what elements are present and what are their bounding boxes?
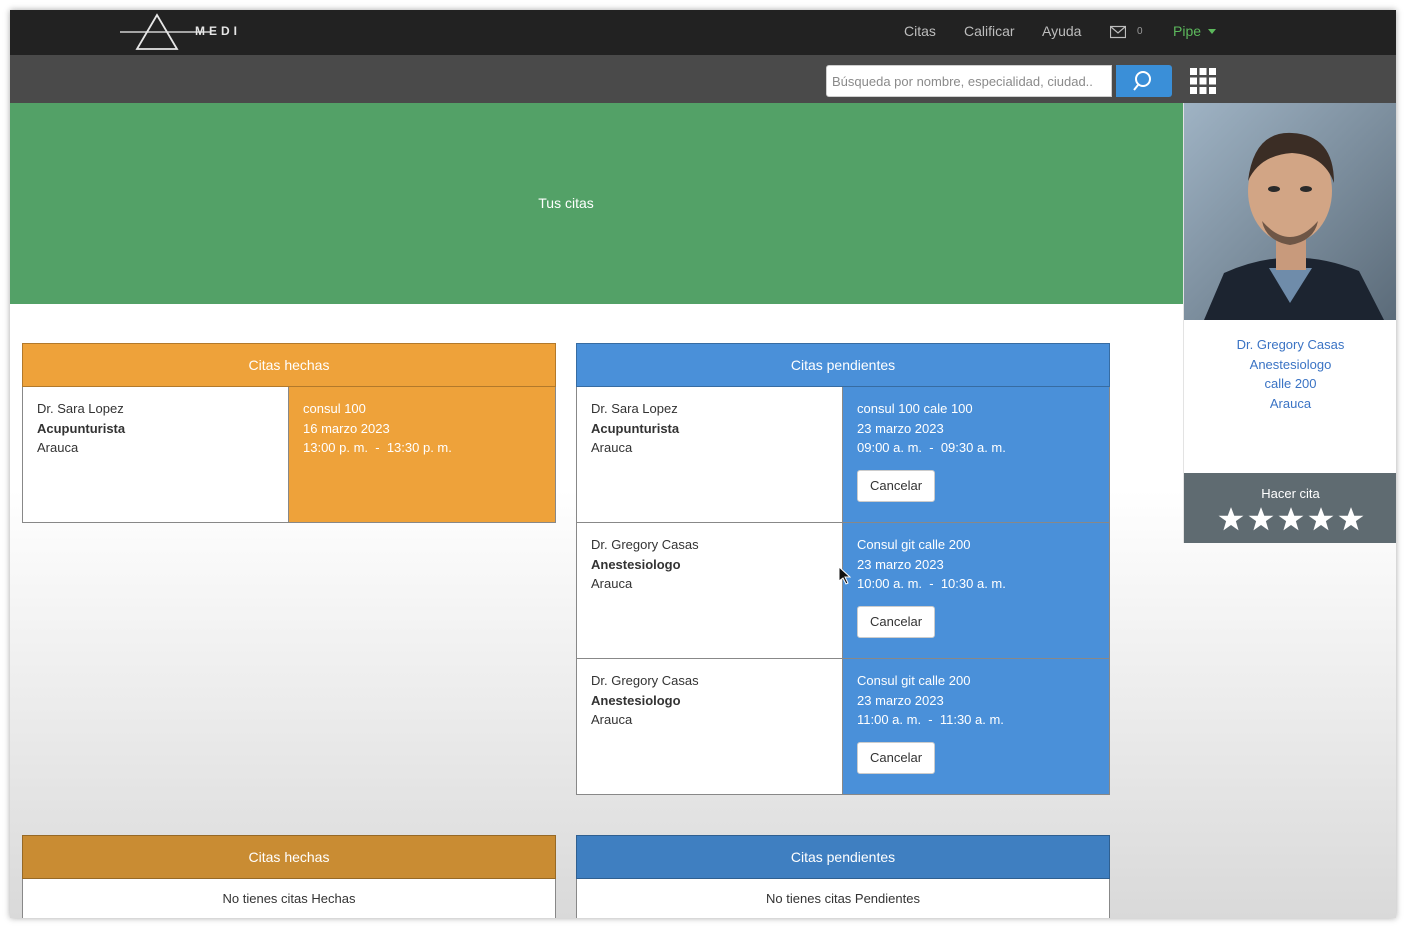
done-appointments-header: Citas hechas xyxy=(22,343,556,387)
doctor-specialty: Anestesiologo xyxy=(591,692,681,708)
doctor-specialty: Anestesiologo xyxy=(591,556,681,572)
rating-stars xyxy=(1218,506,1368,532)
doctor-name[interactable]: Dr. Gregory Casas xyxy=(1184,335,1396,355)
empty-message: No tienes citas Hechas xyxy=(22,879,556,918)
done-appointments-table: Citas hechas Dr. Sara Lopez Acupunturist… xyxy=(22,343,556,523)
top-navbar: MEDI Citas Calificar Ayuda 0 Pipe xyxy=(10,10,1396,55)
table-row: Dr. Gregory Casas Anestesiologo Arauca C… xyxy=(576,659,1110,795)
appointment-date: 23 marzo 2023 xyxy=(857,420,944,436)
cancel-button[interactable]: Cancelar xyxy=(857,741,936,774)
table-row: Dr. Sara Lopez Acupunturista Arauca cons… xyxy=(22,387,556,523)
doctor-photo xyxy=(1184,103,1396,320)
hero-banner: Tus citas xyxy=(10,103,1183,304)
hero-title: Tus citas xyxy=(538,195,594,211)
doctor-city: Arauca xyxy=(591,576,633,591)
doctor-city: Arauca xyxy=(591,712,633,727)
appointment-cell: consul 100 16 marzo 2023 13:00 p. m. - 1… xyxy=(289,387,555,522)
pending-appointments-header: Citas pendientes xyxy=(576,343,1110,387)
nav-ayuda[interactable]: Ayuda xyxy=(1042,23,1081,39)
empty-message: No tienes citas Pendientes xyxy=(576,879,1110,918)
appointment-date: 23 marzo 2023 xyxy=(857,692,944,708)
nav-citas[interactable]: Citas xyxy=(904,23,936,39)
doctor-specialty: Anestesiologo xyxy=(1249,356,1332,372)
brand-name[interactable]: MEDI xyxy=(195,24,241,38)
mail-count-badge: 0 xyxy=(1137,26,1143,37)
search-button[interactable] xyxy=(1116,65,1172,97)
doctor-cell: Dr. Sara Lopez Acupunturista Arauca xyxy=(577,387,843,522)
appointment-time: 11:00 a. m. - 11:30 a. m. xyxy=(857,712,1004,727)
appointment-place: Consul git calle 200 xyxy=(857,537,971,552)
star-icon[interactable] xyxy=(1218,506,1244,532)
cancel-button[interactable]: Cancelar xyxy=(857,605,936,638)
user-name: Pipe xyxy=(1173,23,1202,39)
doctor-name: Dr. Sara Lopez xyxy=(37,401,124,416)
table-row: Dr. Gregory Casas Anestesiologo Arauca C… xyxy=(576,523,1110,659)
doctor-name: Dr. Gregory Casas xyxy=(591,673,699,688)
app-frame: MEDI Citas Calificar Ayuda 0 Pipe Búsque… xyxy=(10,10,1396,918)
pending-appointments-empty-table: Citas pendientes No tienes citas Pendien… xyxy=(576,835,1110,918)
doctor-cell: Dr. Gregory Casas Anestesiologo Arauca xyxy=(577,659,843,794)
appointment-place: Consul git calle 200 xyxy=(857,673,971,688)
done-appointments-empty-table: Citas hechas No tienes citas Hechas xyxy=(22,835,556,918)
doctor-name: Dr. Sara Lopez xyxy=(591,401,678,416)
doctor-city: Arauca xyxy=(37,440,79,455)
nav-calificar[interactable]: Calificar xyxy=(964,23,1015,39)
doctor-cell: Dr. Gregory Casas Anestesiologo Arauca xyxy=(577,523,843,658)
doctor-name: Dr. Gregory Casas xyxy=(591,537,699,552)
appointment-date: 23 marzo 2023 xyxy=(857,556,944,572)
search-input[interactable] xyxy=(826,65,1112,97)
pending-appointments-header: Citas pendientes xyxy=(576,835,1110,879)
appointment-cell: Consul git calle 200 23 marzo 2023 10:00… xyxy=(843,523,1109,658)
cancel-button[interactable]: Cancelar xyxy=(857,469,936,502)
appointment-time: 09:00 a. m. - 09:30 a. m. xyxy=(857,440,1006,455)
doctor-card: Dr. Gregory Casas Anestesiologo calle 20… xyxy=(1183,103,1396,543)
doctor-address: calle 200 xyxy=(1264,376,1317,391)
search-icon xyxy=(1133,71,1151,91)
doctor-specialty: Acupunturista xyxy=(37,420,126,436)
book-appointment-section: Hacer cita xyxy=(1184,473,1396,543)
doctor-info: Dr. Gregory Casas Anestesiologo calle 20… xyxy=(1184,335,1396,413)
doctor-specialty: Acupunturista xyxy=(591,420,680,436)
apps-grid-icon[interactable] xyxy=(1190,68,1216,94)
mail-icon[interactable] xyxy=(1110,25,1126,39)
appointment-cell: Consul git calle 200 23 marzo 2023 11:00… xyxy=(843,659,1109,794)
appointment-place: consul 100 cale 100 xyxy=(857,401,973,416)
search-bar xyxy=(10,55,1396,103)
user-menu[interactable]: Pipe xyxy=(1173,23,1216,39)
doctor-city: Arauca xyxy=(1269,395,1312,411)
star-icon[interactable] xyxy=(1338,506,1364,532)
star-icon[interactable] xyxy=(1308,506,1334,532)
appointment-place: consul 100 xyxy=(303,401,366,416)
doctor-city: Arauca xyxy=(591,440,633,455)
book-appointment-button[interactable]: Hacer cita xyxy=(1184,486,1396,501)
star-icon[interactable] xyxy=(1278,506,1304,532)
star-icon[interactable] xyxy=(1248,506,1274,532)
appointment-time: 13:00 p. m. - 13:30 p. m. xyxy=(303,440,452,455)
doctor-cell: Dr. Sara Lopez Acupunturista Arauca xyxy=(23,387,289,522)
caret-down-icon xyxy=(1207,29,1216,35)
appointment-time: 10:00 a. m. - 10:30 a. m. xyxy=(857,576,1006,591)
appointment-cell: consul 100 cale 100 23 marzo 2023 09:00 … xyxy=(843,387,1109,522)
mouse-cursor-icon xyxy=(839,567,851,585)
appointment-date: 16 marzo 2023 xyxy=(303,420,390,436)
table-row: Dr. Sara Lopez Acupunturista Arauca cons… xyxy=(576,387,1110,523)
done-appointments-header: Citas hechas xyxy=(22,835,556,879)
